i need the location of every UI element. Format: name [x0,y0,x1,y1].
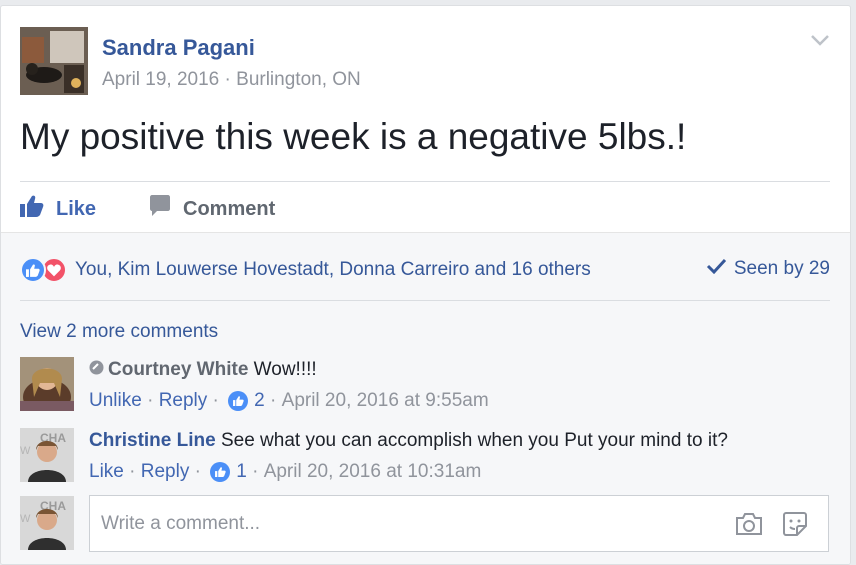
post-location[interactable]: Burlington, ON [236,69,361,90]
meta-separator: · [219,69,237,90]
comment-actions: Unlike · Reply · 2 · April 20, 2016 at 9… [89,390,489,412]
verified-icon [89,359,104,381]
comment-text: Wow!!!! [253,359,317,381]
author-name[interactable]: Sandra Pagani [102,35,255,61]
reply-link[interactable]: Reply [159,390,208,412]
sticker-icon[interactable] [781,510,809,543]
dot-separator: · [141,390,159,411]
comment-bubble-icon [149,195,171,223]
checkmark-icon [706,258,734,280]
svg-text:W: W [20,445,31,457]
svg-text:W: W [20,513,31,525]
comment-timestamp[interactable]: April 20, 2016 at 9:55am [282,390,489,412]
like-button[interactable]: Like [20,195,96,223]
thumbs-up-icon [20,195,44,223]
comment-body: Courtney White Wow!!!! [89,359,317,381]
comment-timestamp[interactable]: April 20, 2016 at 10:31am [264,461,482,483]
like-label: Like [56,197,97,220]
post-meta: April 19, 2016 · Burlington, ON [102,69,361,91]
dot-separator: · [246,461,264,482]
commenter-avatar[interactable] [20,357,74,415]
like-count[interactable]: 1 [236,461,247,483]
current-user-avatar[interactable]: CHA W [20,496,74,550]
commenter-name[interactable]: Christine Line [89,430,216,451]
post-date[interactable]: April 19, 2016 [102,69,219,90]
dot-separator: · [264,390,282,411]
view-more-comments-link[interactable]: View 2 more comments [20,321,218,343]
like-count-icon [210,462,231,482]
author-avatar[interactable] [20,27,88,95]
comment-input[interactable] [99,510,703,538]
dot-separator: · [207,390,225,411]
comment-label: Comment [183,197,276,220]
comment-button[interactable]: Comment [149,195,275,223]
seen-label: Seen by 29 [733,258,830,279]
like-reaction-icon [20,257,46,283]
dot-separator: · [123,461,141,482]
like-count-icon [228,391,249,411]
comment-composer[interactable] [89,495,829,552]
post-card: Sandra Pagani April 19, 2016 · Burlingto… [0,5,851,565]
comment-text: See what you can accomplish when you Put… [220,430,728,451]
commenter-name[interactable]: Courtney White [108,359,248,380]
reply-link[interactable]: Reply [141,461,190,483]
comments-section: You, Kim Louwerse Hovestadt, Donna Carre… [1,232,850,564]
unlike-link[interactable]: Unlike [89,390,142,412]
like-link[interactable]: Like [89,461,124,483]
reactions-summary[interactable]: You, Kim Louwerse Hovestadt, Donna Carre… [20,257,591,283]
chevron-down-icon[interactable] [809,32,831,48]
reactors-list[interactable]: You, Kim Louwerse Hovestadt, Donna Carre… [75,259,591,281]
seen-by[interactable]: Seen by 29 [706,258,830,280]
comment-body: Christine Line See what you can accompli… [89,430,728,452]
divider [20,181,830,182]
dot-separator: · [189,461,207,482]
commenter-avatar[interactable]: CHA W [20,428,74,482]
divider [20,300,830,301]
like-count[interactable]: 2 [254,390,265,412]
comment-actions: Like · Reply · 1 · April 20, 2016 at 10:… [89,461,481,483]
post-text: My positive this week is a negative 5lbs… [20,116,687,157]
camera-icon[interactable] [735,512,763,541]
